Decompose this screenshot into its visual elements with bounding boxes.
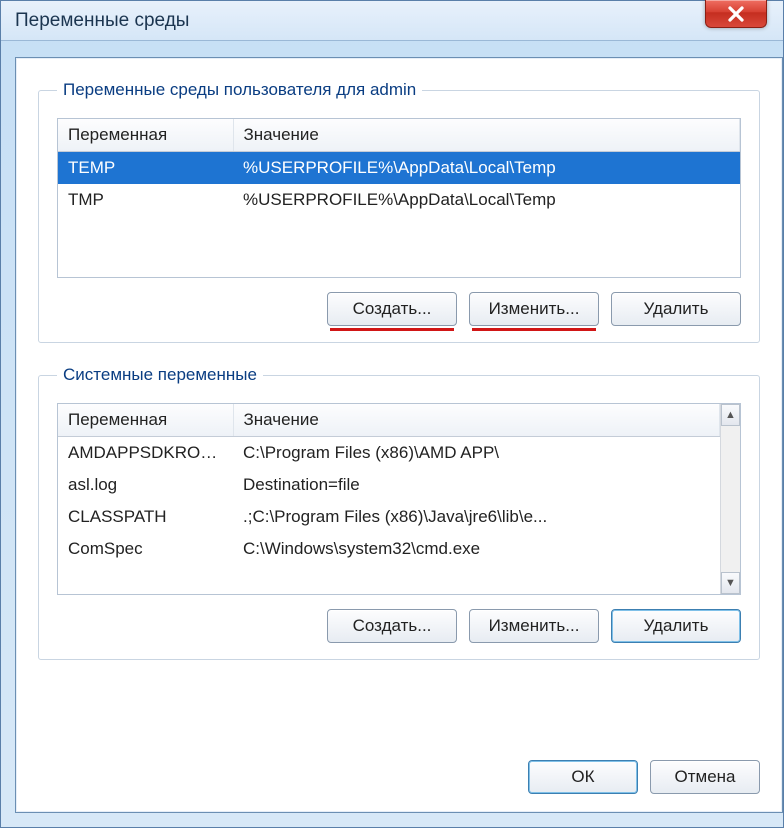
user-new-button[interactable]: Создать... bbox=[327, 292, 457, 326]
variable-name-cell: TMP bbox=[58, 184, 233, 216]
user-edit-button[interactable]: Изменить... bbox=[469, 292, 599, 326]
user-delete-button[interactable]: Удалить bbox=[611, 292, 741, 326]
system-delete-button[interactable]: Удалить bbox=[611, 609, 741, 643]
variable-name-cell: AMDAPPSDKROOT bbox=[58, 437, 233, 470]
table-row[interactable]: TMP%USERPROFILE%\AppData\Local\Temp bbox=[58, 184, 740, 216]
system-variables-table-container: Переменная Значение AMDAPPSDKROOTC:\Prog… bbox=[57, 403, 741, 595]
ok-button[interactable]: ОК bbox=[528, 760, 638, 794]
user-buttons-row: Создать... Изменить... Удалить bbox=[57, 292, 741, 326]
table-row[interactable]: TEMP%USERPROFILE%\AppData\Local\Temp bbox=[58, 152, 740, 185]
system-edit-button[interactable]: Изменить... bbox=[469, 609, 599, 643]
user-variables-group: Переменные среды пользователя для admin … bbox=[38, 80, 760, 343]
dialog-buttons-row: ОК Отмена bbox=[528, 760, 760, 794]
variable-name-cell: CLASSPATH bbox=[58, 501, 233, 533]
variable-value-cell: %USERPROFILE%\AppData\Local\Temp bbox=[233, 152, 740, 185]
table-row[interactable]: ComSpecC:\Windows\system32\cmd.exe bbox=[58, 533, 720, 565]
variable-name-cell: ComSpec bbox=[58, 533, 233, 565]
system-group-legend: Системные переменные bbox=[57, 365, 263, 385]
chevron-down-icon: ▼ bbox=[725, 577, 736, 589]
chevron-up-icon: ▲ bbox=[725, 409, 736, 421]
variable-value-cell: Destination=file bbox=[233, 469, 720, 501]
sys-col-value[interactable]: Значение bbox=[233, 404, 720, 437]
system-variables-table[interactable]: Переменная Значение AMDAPPSDKROOTC:\Prog… bbox=[58, 404, 720, 565]
system-new-button[interactable]: Создать... bbox=[327, 609, 457, 643]
variable-value-cell: %USERPROFILE%\AppData\Local\Temp bbox=[233, 184, 740, 216]
table-row[interactable]: AMDAPPSDKROOTC:\Program Files (x86)\AMD … bbox=[58, 437, 720, 470]
sys-col-variable[interactable]: Переменная bbox=[58, 404, 233, 437]
user-group-legend: Переменные среды пользователя для admin bbox=[57, 80, 422, 100]
variable-value-cell: .;C:\Program Files (x86)\Java\jre6\lib\e… bbox=[233, 501, 720, 533]
table-row[interactable]: asl.logDestination=file bbox=[58, 469, 720, 501]
window-frame: Переменные среды Переменные среды пользо… bbox=[0, 0, 784, 828]
user-variables-table-container: Переменная Значение TEMP%USERPROFILE%\Ap… bbox=[57, 118, 741, 278]
window-title: Переменные среды bbox=[15, 10, 189, 32]
scroll-up-button[interactable]: ▲ bbox=[721, 404, 740, 426]
variable-name-cell: asl.log bbox=[58, 469, 233, 501]
scroll-down-button[interactable]: ▼ bbox=[721, 572, 740, 594]
cancel-button[interactable]: Отмена bbox=[650, 760, 760, 794]
user-variables-table[interactable]: Переменная Значение TEMP%USERPROFILE%\Ap… bbox=[58, 119, 740, 216]
system-buttons-row: Создать... Изменить... Удалить bbox=[57, 609, 741, 643]
variable-value-cell: C:\Program Files (x86)\AMD APP\ bbox=[233, 437, 720, 470]
close-icon bbox=[727, 5, 745, 23]
system-table-scrollbar[interactable]: ▲ ▼ bbox=[720, 404, 740, 594]
system-variables-group: Системные переменные Переменная Значение… bbox=[38, 365, 760, 660]
user-col-variable[interactable]: Переменная bbox=[58, 119, 233, 152]
table-row[interactable]: CLASSPATH.;C:\Program Files (x86)\Java\j… bbox=[58, 501, 720, 533]
client-area: Переменные среды пользователя для admin … bbox=[15, 57, 783, 813]
titlebar: Переменные среды bbox=[1, 1, 783, 41]
variable-name-cell: TEMP bbox=[58, 152, 233, 185]
variable-value-cell: C:\Windows\system32\cmd.exe bbox=[233, 533, 720, 565]
close-button[interactable] bbox=[705, 0, 767, 28]
user-col-value[interactable]: Значение bbox=[233, 119, 740, 152]
